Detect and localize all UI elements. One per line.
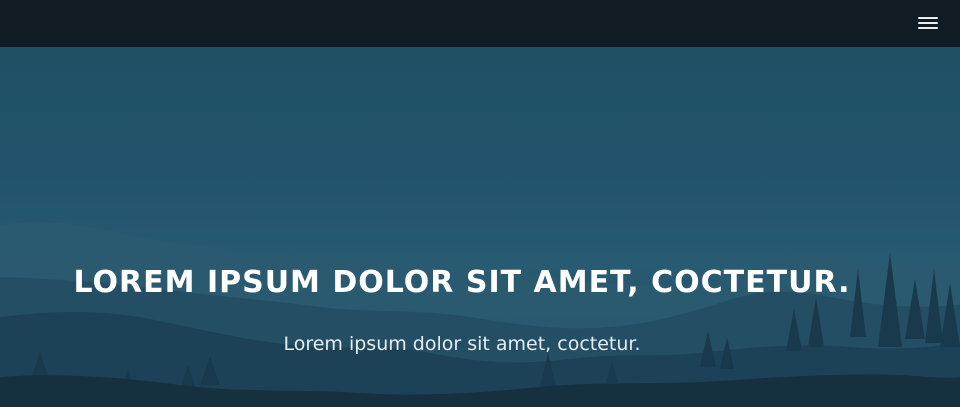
top-navbar [0, 0, 960, 47]
menu-bar-middle [918, 22, 938, 24]
menu-bar-top [918, 17, 938, 19]
hero-subtitle: Lorem ipsum dolor sit amet, coctetur. [283, 333, 641, 355]
hero-section: LOREM IPSUM DOLOR SIT AMET, COCTETUR. Lo… [0, 47, 960, 407]
hero-title: LOREM IPSUM DOLOR SIT AMET, COCTETUR. [73, 265, 851, 300]
hamburger-menu-icon[interactable] [918, 16, 938, 32]
menu-bar-bottom [918, 27, 938, 29]
